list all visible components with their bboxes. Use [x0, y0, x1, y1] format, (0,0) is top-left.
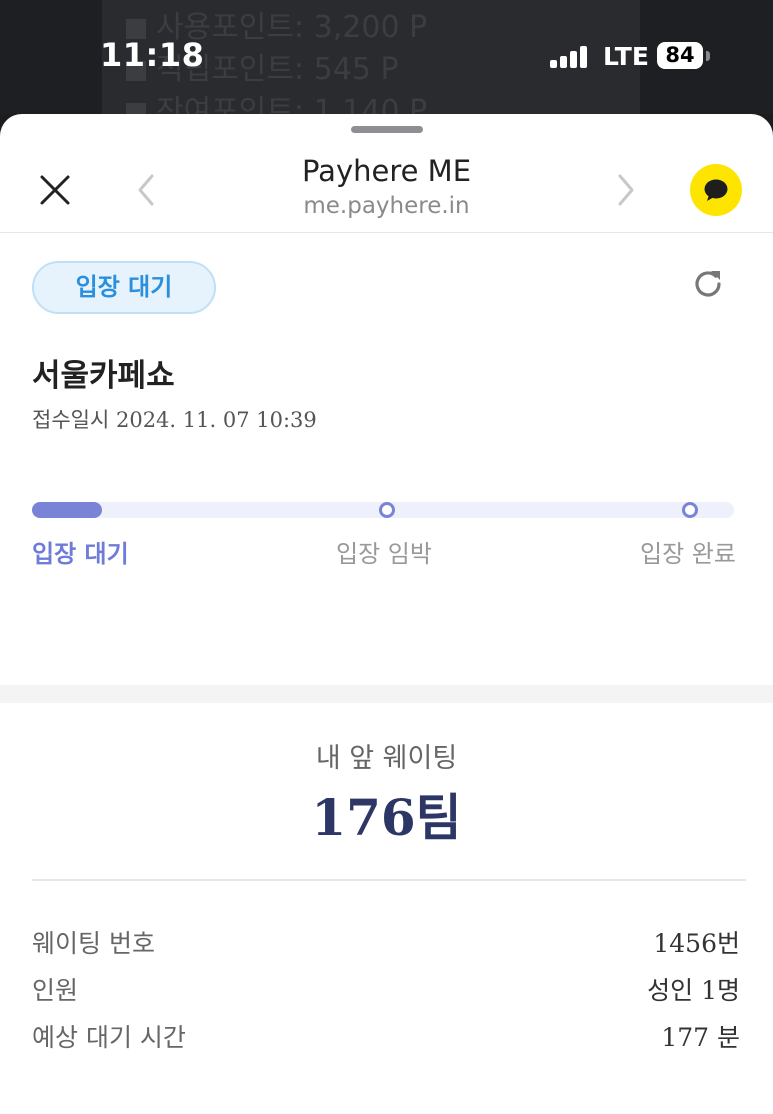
- step-label-imminent: 입장 임박: [336, 540, 432, 568]
- info-row-party-size: 인원 성인 1명: [32, 971, 740, 1007]
- info-value: 성인 1명: [647, 976, 740, 1005]
- ahead-count: 176팀: [311, 788, 462, 847]
- status-badge: 입장 대기: [32, 261, 216, 314]
- page-title: Payhere ME: [301, 154, 472, 188]
- refresh-button[interactable]: [690, 266, 726, 302]
- network-type: LTE: [603, 42, 649, 71]
- kakao-chat-icon: [704, 179, 728, 201]
- info-label: 예상 대기 시간: [32, 1023, 186, 1052]
- signal-icon: [550, 46, 590, 68]
- battery-tip: [706, 51, 710, 61]
- bottom-sheet: Payhere ME me.payhere.in 입장 대기 서울카페쇼 접수일…: [0, 114, 773, 1114]
- info-row-estimated-wait: 예상 대기 시간 177 분: [32, 1018, 740, 1054]
- status-bar: 사용포인트: 3,200 P 적립포인트: 545 P 잔여포인트: 1,140…: [0, 0, 773, 114]
- step-dot-complete: [682, 502, 698, 518]
- progress-fill: [32, 502, 102, 518]
- section-divider: [0, 685, 773, 703]
- info-value: 177 분: [661, 1023, 740, 1052]
- info-label: 인원: [32, 976, 79, 1005]
- step-label-waiting: 입장 대기: [32, 540, 129, 568]
- store-name: 서울카페쇼: [32, 358, 175, 394]
- battery-icon: 84: [657, 42, 703, 69]
- step-dot-imminent: [379, 502, 395, 518]
- ahead-label: 내 앞 웨이팅: [315, 743, 458, 774]
- browser-navbar: Payhere ME me.payhere.in: [0, 114, 773, 233]
- step-label-complete: 입장 완료: [640, 540, 736, 568]
- divider: [32, 879, 746, 881]
- clock: 11:18: [100, 36, 205, 74]
- forward-button[interactable]: [612, 172, 640, 208]
- info-value: 1456번: [653, 929, 740, 958]
- received-date: 2024. 11. 07 10:39: [115, 408, 317, 432]
- kakao-chat-button[interactable]: [690, 164, 742, 216]
- refresh-icon: [695, 271, 721, 297]
- received-at: 접수일시 2024. 11. 07 10:39: [32, 404, 317, 434]
- background-line: 잔여포인트: 1,140 P: [126, 86, 427, 114]
- received-label: 접수일시: [32, 408, 110, 432]
- info-row-waiting-number: 웨이팅 번호 1456번: [32, 924, 740, 960]
- chevron-right-icon: [618, 174, 634, 206]
- info-label: 웨이팅 번호: [32, 929, 155, 958]
- page-url: me.payhere.in: [303, 193, 470, 219]
